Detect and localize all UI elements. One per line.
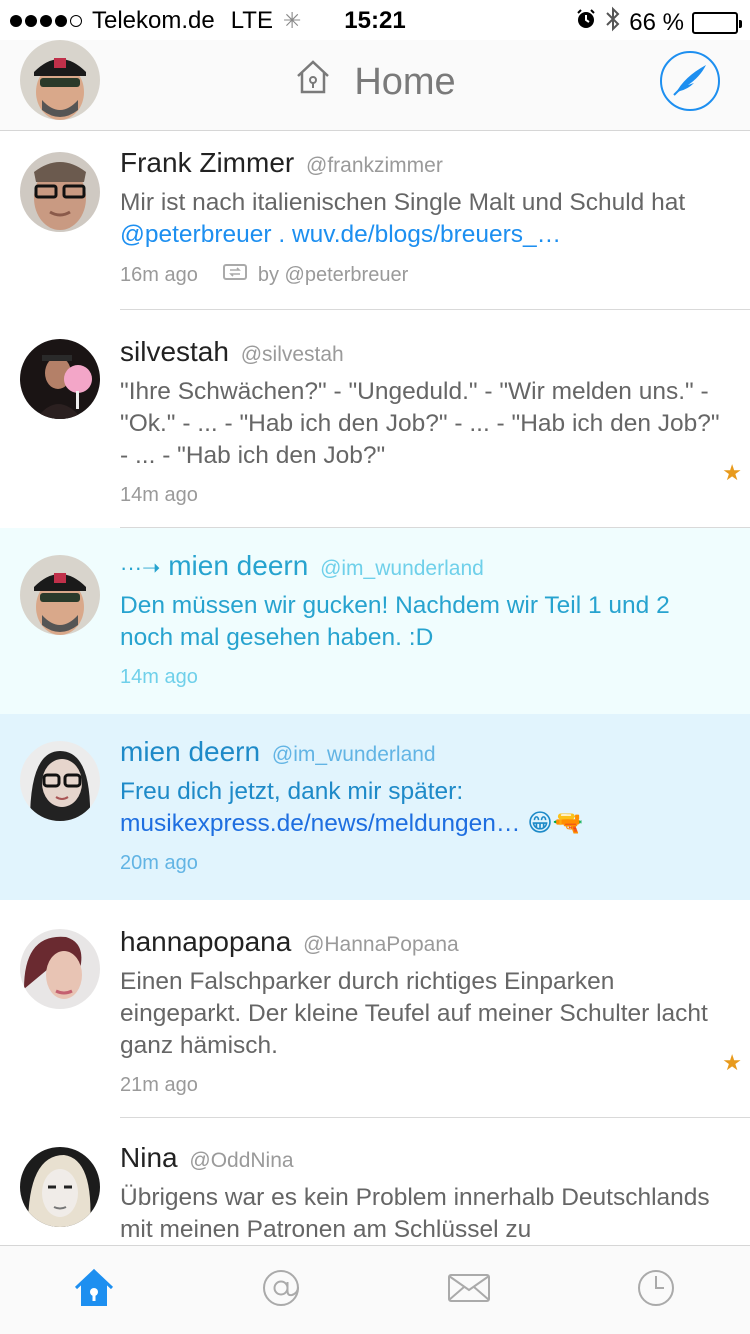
tweet-header: ···➝ mien deern @im_wunderland — [120, 550, 728, 582]
author-name[interactable]: mien deern — [168, 550, 308, 581]
tweet-text-plain: Mir ist nach italienischen Single Malt u… — [120, 189, 686, 216]
tweet-row[interactable]: mien deern @im_wunderland Freu dich jetz… — [0, 714, 750, 900]
tweet-meta: 16m ago by @peterbreuer — [120, 263, 728, 287]
tweet-time: 20m ago — [120, 852, 198, 874]
author-name[interactable]: silvestah — [120, 336, 229, 367]
tweet-content: Nina @OddNina Übrigens war es kein Probl… — [120, 1142, 728, 1245]
tweet-header: Frank Zimmer @frankzimmer — [120, 147, 728, 179]
tweet-meta: 21m ago — [120, 1074, 728, 1097]
tweet-meta: 14m ago — [120, 484, 728, 507]
tweet-row[interactable]: hannapopana @HannaPopana Einen Falschpar… — [0, 900, 750, 1118]
tab-activity[interactable] — [563, 1246, 750, 1334]
tweet-row[interactable]: Nina @OddNina Übrigens war es kein Probl… — [0, 1118, 750, 1245]
status-bar: Telekom.de LTE ✳ 15:21 66 % — [0, 0, 750, 40]
tab-mentions[interactable] — [188, 1246, 376, 1334]
tweet-header: mien deern @im_wunderland — [120, 736, 728, 768]
tab-bar — [0, 1245, 750, 1334]
avatar[interactable] — [20, 555, 100, 635]
nav-bar: Home — [0, 40, 750, 131]
home-outline-icon — [294, 58, 332, 106]
tweet-text: Übrigens war es kein Problem innerhalb D… — [120, 1184, 710, 1243]
avatar[interactable] — [20, 929, 100, 1009]
tweet-text-plain: Freu dich jetzt, dank mir später: — [120, 778, 464, 805]
tweet-header: Nina @OddNina — [120, 1142, 728, 1174]
alarm-icon — [575, 8, 597, 37]
clock-icon — [636, 1268, 676, 1313]
nav-title-group: Home — [0, 58, 750, 106]
quill-icon — [670, 61, 710, 102]
tweet-meta: 14m ago — [120, 666, 728, 689]
favorite-star-icon: ★ — [722, 1050, 742, 1075]
tweet-text: Mir ist nach italienischen Single Malt u… — [120, 187, 728, 251]
author-name[interactable]: Nina — [120, 1142, 178, 1173]
page-title: Home — [354, 60, 456, 103]
at-icon — [261, 1268, 301, 1313]
author-name[interactable]: mien deern — [120, 736, 260, 767]
retweeted-by[interactable]: by @peterbreuer — [258, 264, 408, 287]
battery-percent: 66 % — [629, 8, 684, 36]
author-handle[interactable]: @HannaPopana — [303, 933, 459, 956]
tweet-row[interactable]: ···➝ mien deern @im_wunderland Den müsse… — [0, 528, 750, 714]
emoji: 😁🔫 — [527, 810, 584, 837]
tab-home[interactable] — [0, 1246, 188, 1334]
mail-icon — [447, 1272, 491, 1309]
author-handle[interactable]: @im_wunderland — [272, 743, 436, 766]
author-handle[interactable]: @OddNina — [189, 1149, 293, 1172]
author-name[interactable]: Frank Zimmer — [120, 147, 294, 178]
avatar[interactable] — [20, 1147, 100, 1227]
url-link[interactable]: wuv.de/blogs/breuers_… — [292, 221, 561, 248]
tweet-text: Einen Falschparker durch richtiges Einpa… — [120, 968, 708, 1059]
timeline[interactable]: Frank Zimmer @frankzimmer Mir ist nach i… — [0, 131, 750, 1245]
tweet-text-separator: . — [271, 221, 292, 248]
tweet-meta: 20m ago — [120, 852, 728, 875]
tweet-time: 21m ago — [120, 1074, 198, 1096]
home-icon — [74, 1268, 114, 1313]
tweet-text: Freu dich jetzt, dank mir später: musike… — [120, 776, 728, 840]
tweet-content: mien deern @im_wunderland Freu dich jetz… — [120, 736, 728, 875]
retweet-icon — [222, 263, 248, 287]
battery-icon — [692, 11, 742, 34]
author-handle[interactable]: @frankzimmer — [306, 154, 443, 177]
favorite-star-icon: ★ — [722, 460, 742, 485]
tweet-content: Frank Zimmer @frankzimmer Mir ist nach i… — [120, 147, 728, 287]
tweet-header: hannapopana @HannaPopana — [120, 926, 728, 958]
reply-arrow-icon: ···➝ — [120, 555, 161, 580]
tweet-content: ···➝ mien deern @im_wunderland Den müsse… — [120, 550, 728, 689]
tweet-row[interactable]: Frank Zimmer @frankzimmer Mir ist nach i… — [0, 131, 750, 310]
tweet-content: hannapopana @HannaPopana Einen Falschpar… — [120, 926, 728, 1097]
tweet-header: silvestah @silvestah — [120, 336, 728, 368]
tab-messages[interactable] — [375, 1246, 563, 1334]
avatar[interactable] — [20, 339, 100, 419]
mention-link[interactable]: @peterbreuer — [120, 221, 272, 248]
url-link[interactable]: musikexpress.de/news/meldungen… — [120, 810, 520, 837]
tweet-content: silvestah @silvestah "Ihre Schwächen?" -… — [120, 336, 728, 507]
tweet-text: "Ihre Schwächen?" - "Ungeduld." - "Wir m… — [120, 378, 720, 469]
tweet-time: 16m ago — [120, 263, 198, 286]
author-name[interactable]: hannapopana — [120, 926, 291, 957]
tweet-text: Den müssen wir gucken! Nachdem wir Teil … — [120, 592, 670, 651]
status-right: 66 % — [575, 6, 742, 39]
author-handle[interactable]: @im_wunderland — [320, 557, 484, 580]
compose-button[interactable] — [660, 51, 720, 111]
avatar[interactable] — [20, 152, 100, 232]
author-handle[interactable]: @silvestah — [241, 343, 344, 366]
tweet-time: 14m ago — [120, 666, 198, 688]
tweet-time: 14m ago — [120, 484, 198, 506]
tweet-row[interactable]: silvestah @silvestah "Ihre Schwächen?" -… — [0, 310, 750, 528]
bluetooth-icon — [605, 6, 621, 39]
avatar[interactable] — [20, 741, 100, 821]
